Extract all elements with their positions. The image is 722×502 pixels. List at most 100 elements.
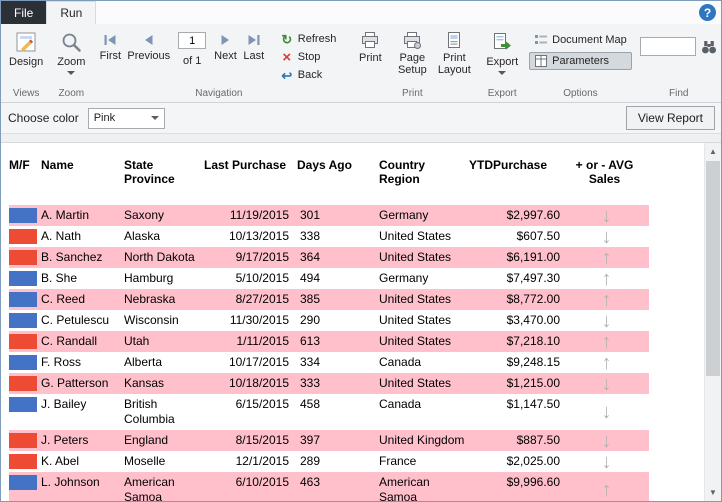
scroll-down-button[interactable]: ▼ [705, 484, 721, 501]
gender-bar-red [9, 334, 37, 349]
gender-cell [9, 331, 41, 352]
gender-cell [9, 394, 41, 430]
tab-file[interactable]: File [1, 1, 47, 24]
scroll-down-icon: ▼ [709, 488, 717, 497]
down-arrow-icon: ↓ [564, 373, 649, 394]
table-row: A. Nath Alaska 10/13/2015 338 United States $… [9, 226, 649, 247]
table-row: C. Petulescu Wisconsin 11/30/2015 290 United… [9, 310, 649, 331]
table-row: B. Sanchez North Dakota 9/17/2015 364 United… [9, 247, 649, 268]
export-button[interactable]: Export [483, 27, 521, 75]
ytd-purchase-cell: $6,191.00 [469, 247, 564, 268]
find-input[interactable] [639, 37, 696, 56]
name-cell: G. Patterson [41, 373, 124, 394]
next-page-button[interactable]: Next [211, 27, 240, 62]
zoom-button[interactable]: Zoom [54, 27, 88, 75]
parameters-icon [534, 54, 548, 68]
ytd-purchase-cell: $2,025.00 [506, 454, 560, 468]
ribbon-group-export: Export Export [480, 25, 524, 102]
down-arrow-icon: ↓ [601, 450, 612, 473]
state-province-cell: Nebraska [124, 289, 204, 310]
days-ago-cell: 333 [297, 373, 379, 394]
gender-cell [9, 310, 41, 331]
zoom-group-label: Zoom [58, 88, 85, 99]
last-purchase-cell: 9/17/2015 [204, 247, 297, 268]
country-region-cell: Germany [379, 196, 469, 226]
page-setup-label: Page Setup [397, 52, 427, 76]
ytd-purchase-cell: $7,218.10 [469, 331, 564, 352]
parameters-button[interactable]: Parameters [529, 52, 632, 70]
binoculars-icon[interactable] [700, 38, 718, 56]
vertical-scrollbar[interactable]: ▲ ▼ [704, 143, 721, 501]
tab-run[interactable]: Run [46, 1, 97, 24]
days-ago-cell: 613 [297, 331, 379, 352]
last-purchase-cell: 10/13/2015 [228, 229, 289, 243]
country-region-cell: Canada [379, 397, 422, 411]
view-report-button[interactable]: View Report [625, 106, 715, 130]
gender-cell [9, 373, 41, 394]
print-layout-button[interactable]: Print Layout [433, 27, 475, 76]
scrollbar-thumb[interactable] [706, 161, 720, 376]
table-row: B. She Hamburg 5/10/2015 494 Germany $7,497.3… [9, 268, 649, 289]
stop-button[interactable]: × Stop [275, 48, 342, 66]
gender-cell [9, 247, 41, 268]
country-region-cell: United Kingdom [379, 430, 469, 451]
design-button-label: Design [9, 56, 44, 68]
parameter-splitter[interactable] [1, 134, 721, 143]
previous-page-icon [141, 32, 157, 48]
gender-bar-red [9, 250, 37, 265]
previous-page-button[interactable]: Previous [124, 27, 173, 62]
column-header-m-f: M/F [9, 158, 30, 172]
gender-cell [9, 352, 41, 373]
state-province-cell: Alaska [124, 229, 161, 243]
ribbon-group-find: Find [637, 25, 721, 102]
name-cell: C. Randall [41, 331, 124, 352]
table-row: F. Ross Alberta 10/17/2015 334 Canada $9,248.… [9, 352, 649, 373]
back-button[interactable]: ↩ Back [275, 66, 342, 84]
state-province-cell: England [124, 430, 204, 451]
scroll-up-button[interactable]: ▲ [705, 143, 721, 160]
export-button-label: Export [486, 56, 519, 68]
report-viewport: M/F Name State Province Last Purchase Days A… [1, 143, 721, 501]
export-group-label: Export [487, 88, 517, 99]
help-button[interactable]: ? [699, 4, 716, 21]
page-setup-button[interactable]: Page Setup [391, 27, 433, 76]
design-button[interactable]: Design [6, 27, 46, 68]
down-arrow-icon: ↓ [564, 430, 649, 451]
days-ago-cell: 338 [300, 229, 321, 243]
color-dropdown[interactable]: Pink [87, 107, 165, 129]
table-row: C. Reed Nebraska 8/27/2015 385 United States… [9, 289, 649, 310]
country-region-cell: Canada [379, 355, 422, 369]
gender-bar-blue [9, 475, 37, 490]
first-page-icon [102, 32, 118, 48]
gender-bar-red [9, 376, 37, 391]
ytd-purchase-cell: $9,248.15 [506, 355, 560, 369]
options-group-label: Options [563, 88, 598, 99]
chevron-down-icon [498, 71, 507, 75]
name-cell: F. Ross [41, 355, 82, 369]
print-button[interactable]: Print [349, 27, 391, 64]
state-province-cell: British Columbia [124, 397, 175, 426]
country-region-cell: Germany [379, 271, 429, 285]
gender-bar-blue [9, 271, 37, 286]
printer-icon [360, 30, 380, 50]
name-cell: B. She [41, 271, 78, 285]
ytd-purchase-cell: $2,997.60 [469, 196, 564, 226]
country-region-cell: United States [379, 229, 452, 243]
document-map-button[interactable]: Document Map [529, 31, 632, 49]
magnifier-icon [59, 30, 83, 54]
name-cell: B. Sanchez [41, 247, 124, 268]
name-cell: J. Bailey [41, 397, 87, 411]
days-ago-cell: 397 [297, 430, 379, 451]
first-page-button[interactable]: First [96, 27, 124, 62]
options-stack: Document Map Parameters [529, 31, 632, 70]
name-cell: J. Peters [41, 430, 124, 451]
report-builder-window: File Run ? Design Views Zoom Zoom First … [0, 0, 722, 502]
parameters-label: Parameters [552, 55, 609, 67]
country-region-cell: United States [379, 247, 469, 268]
gender-bar-blue [9, 397, 37, 412]
ytd-purchase-cell: $9,996.60 [469, 472, 564, 501]
refresh-button[interactable]: ↻ Refresh [275, 30, 342, 48]
current-page-input[interactable] [178, 32, 207, 49]
last-page-button[interactable]: Last [240, 27, 268, 62]
gender-cell [9, 472, 41, 501]
